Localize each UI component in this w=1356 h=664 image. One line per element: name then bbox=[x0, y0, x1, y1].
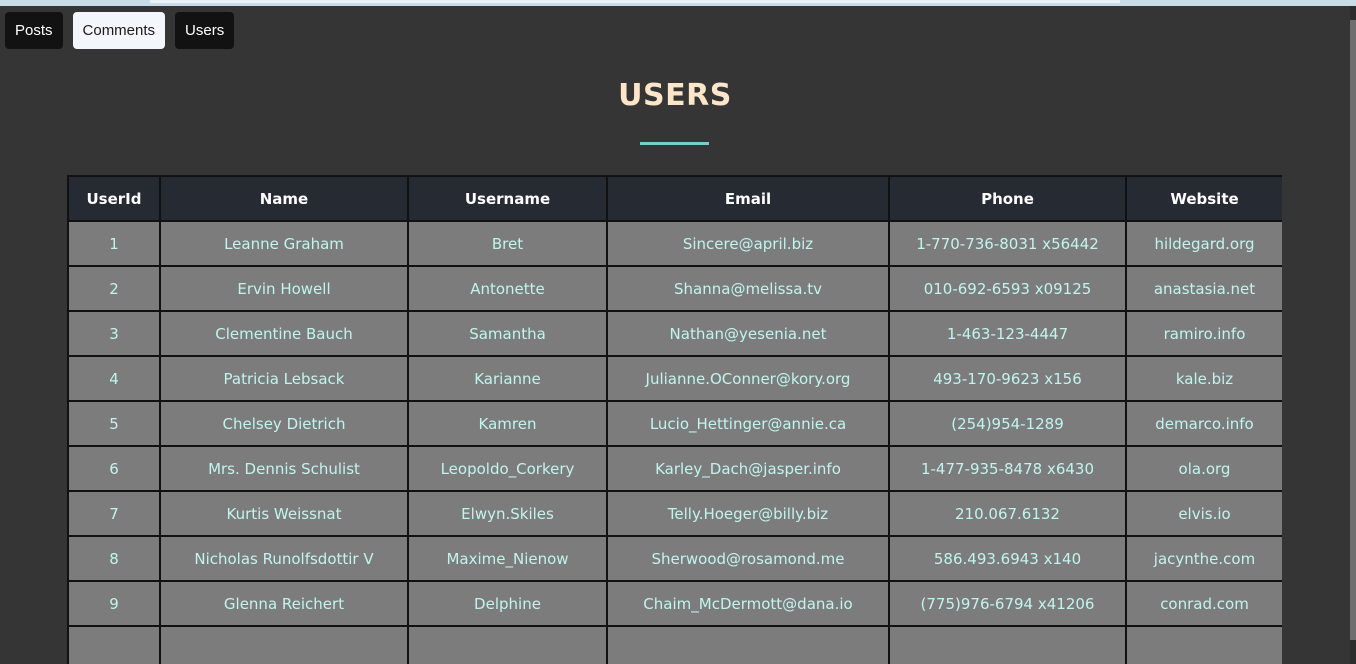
table-row: 9 Glenna Reichert Delphine Chaim_McDermo… bbox=[67, 580, 1282, 627]
table-body: 1 Leanne Graham Bret Sincere@april.biz 1… bbox=[67, 220, 1282, 664]
cell-email: Telly.Hoeger@billy.biz bbox=[606, 490, 890, 537]
cell-userid: 1 bbox=[67, 220, 161, 267]
table-row: 3 Clementine Bauch Samantha Nathan@yesen… bbox=[67, 310, 1282, 357]
table-header: UserId Name Username Email Phone Website bbox=[67, 175, 1282, 222]
browser-top-strip bbox=[0, 0, 1356, 6]
header-email: Email bbox=[606, 175, 890, 222]
page-title: USERS bbox=[618, 78, 732, 113]
scrollbar-thumb[interactable] bbox=[1350, 20, 1356, 640]
table-row bbox=[67, 625, 1282, 664]
cell-website: elvis.io bbox=[1125, 490, 1282, 537]
cell-name: Nicholas Runolfsdottir V bbox=[159, 535, 409, 582]
table-row: 5 Chelsey Dietrich Kamren Lucio_Hettinge… bbox=[67, 400, 1282, 447]
cell-username bbox=[407, 625, 608, 664]
cell-name: Clementine Bauch bbox=[159, 310, 409, 357]
cell-username: Antonette bbox=[407, 265, 608, 312]
nav-users-button[interactable]: Users bbox=[175, 12, 235, 49]
cell-phone: 1-463-123-4447 bbox=[888, 310, 1127, 357]
vertical-scrollbar[interactable] bbox=[1350, 6, 1356, 664]
cell-name: Patricia Lebsack bbox=[159, 355, 409, 402]
cell-userid: 6 bbox=[67, 445, 161, 492]
cell-phone: 586.493.6943 x140 bbox=[888, 535, 1127, 582]
cell-email bbox=[606, 625, 890, 664]
cell-phone: 493-170-9623 x156 bbox=[888, 355, 1127, 402]
cell-userid: 4 bbox=[67, 355, 161, 402]
cell-username: Samantha bbox=[407, 310, 608, 357]
nav-comments-button[interactable]: Comments bbox=[72, 12, 166, 49]
cell-website: ramiro.info bbox=[1125, 310, 1282, 357]
cell-phone: (775)976-6794 x41206 bbox=[888, 580, 1127, 627]
cell-username: Leopoldo_Corkery bbox=[407, 445, 608, 492]
cell-userid: 8 bbox=[67, 535, 161, 582]
cell-username: Bret bbox=[407, 220, 608, 267]
cell-name: Leanne Graham bbox=[159, 220, 409, 267]
cell-website: kale.biz bbox=[1125, 355, 1282, 402]
cell-website: hildegard.org bbox=[1125, 220, 1282, 267]
cell-phone: 210.067.6132 bbox=[888, 490, 1127, 537]
header-phone: Phone bbox=[888, 175, 1127, 222]
cell-phone: 1-770-736-8031 x56442 bbox=[888, 220, 1127, 267]
cell-name: Chelsey Dietrich bbox=[159, 400, 409, 447]
header-userid: UserId bbox=[67, 175, 161, 222]
cell-userid: 9 bbox=[67, 580, 161, 627]
cell-email: Sherwood@rosamond.me bbox=[606, 535, 890, 582]
cell-email: Nathan@yesenia.net bbox=[606, 310, 890, 357]
cell-email: Lucio_Hettinger@annie.ca bbox=[606, 400, 890, 447]
cell-website: ola.org bbox=[1125, 445, 1282, 492]
cell-username: Elwyn.Skiles bbox=[407, 490, 608, 537]
browser-address-bar bbox=[150, 0, 1120, 3]
cell-userid: 7 bbox=[67, 490, 161, 537]
cell-userid: 2 bbox=[67, 265, 161, 312]
cell-email: Chaim_McDermott@dana.io bbox=[606, 580, 890, 627]
cell-email: Sincere@april.biz bbox=[606, 220, 890, 267]
cell-website: anastasia.net bbox=[1125, 265, 1282, 312]
cell-website: demarco.info bbox=[1125, 400, 1282, 447]
cell-phone bbox=[888, 625, 1127, 664]
table-row: 7 Kurtis Weissnat Elwyn.Skiles Telly.Hoe… bbox=[67, 490, 1282, 537]
cell-phone: 1-477-935-8478 x6430 bbox=[888, 445, 1127, 492]
users-table-container[interactable]: UserId Name Username Email Phone Website… bbox=[67, 175, 1282, 664]
cell-username: Karianne bbox=[407, 355, 608, 402]
table-row: 1 Leanne Graham Bret Sincere@april.biz 1… bbox=[67, 220, 1282, 267]
cell-userid bbox=[67, 625, 161, 664]
cell-userid: 5 bbox=[67, 400, 161, 447]
cell-website: conrad.com bbox=[1125, 580, 1282, 627]
cell-name: Ervin Howell bbox=[159, 265, 409, 312]
nav-posts-button[interactable]: Posts bbox=[5, 12, 63, 49]
cell-website bbox=[1125, 625, 1282, 664]
table-row: 2 Ervin Howell Antonette Shanna@melissa.… bbox=[67, 265, 1282, 312]
cell-name: Glenna Reichert bbox=[159, 580, 409, 627]
cell-username: Delphine bbox=[407, 580, 608, 627]
title-underline bbox=[640, 142, 709, 145]
table-row: 4 Patricia Lebsack Karianne Julianne.OCo… bbox=[67, 355, 1282, 402]
cell-email: Julianne.OConner@kory.org bbox=[606, 355, 890, 402]
cell-username: Maxime_Nienow bbox=[407, 535, 608, 582]
header-name: Name bbox=[159, 175, 409, 222]
table-row: 8 Nicholas Runolfsdottir V Maxime_Nienow… bbox=[67, 535, 1282, 582]
header-username: Username bbox=[407, 175, 608, 222]
cell-name: Mrs. Dennis Schulist bbox=[159, 445, 409, 492]
cell-phone: 010-692-6593 x09125 bbox=[888, 265, 1127, 312]
cell-username: Kamren bbox=[407, 400, 608, 447]
cell-email: Shanna@melissa.tv bbox=[606, 265, 890, 312]
cell-name: Kurtis Weissnat bbox=[159, 490, 409, 537]
header-row: UserId Name Username Email Phone Website bbox=[67, 175, 1282, 222]
cell-name bbox=[159, 625, 409, 664]
header-website: Website bbox=[1125, 175, 1282, 222]
cell-userid: 3 bbox=[67, 310, 161, 357]
table-row: 6 Mrs. Dennis Schulist Leopoldo_Corkery … bbox=[67, 445, 1282, 492]
top-nav: Posts Comments Users bbox=[5, 12, 235, 49]
users-table: UserId Name Username Email Phone Website… bbox=[67, 175, 1282, 664]
cell-email: Karley_Dach@jasper.info bbox=[606, 445, 890, 492]
cell-phone: (254)954-1289 bbox=[888, 400, 1127, 447]
cell-website: jacynthe.com bbox=[1125, 535, 1282, 582]
